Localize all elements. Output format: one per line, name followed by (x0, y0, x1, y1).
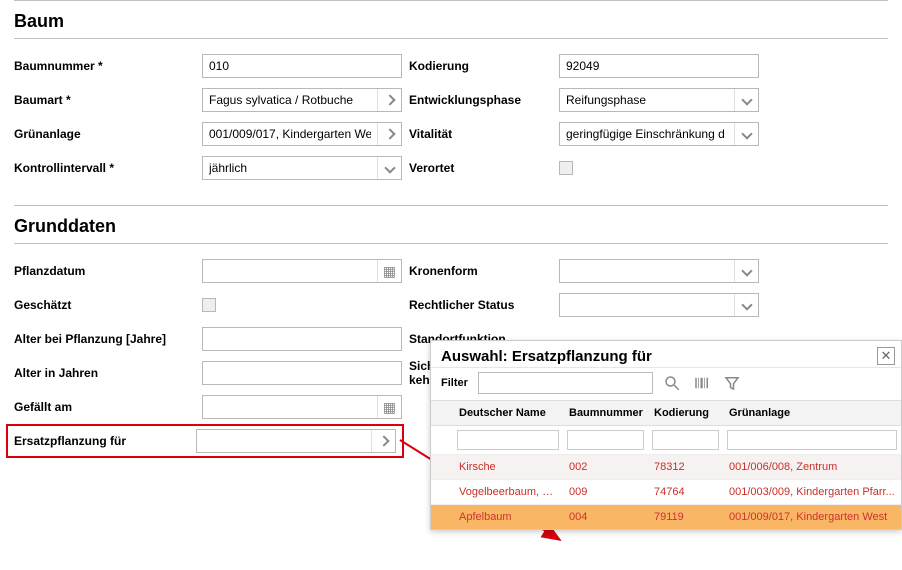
cell-baumnummer: 009 (563, 480, 648, 505)
label-kronenform: Kronenform (409, 264, 559, 278)
filter-kodierung[interactable] (652, 430, 719, 450)
field-ersatzpflanzung[interactable] (196, 429, 396, 453)
input-rechtlicher-status[interactable] (560, 294, 734, 316)
section-title-grunddaten: Grunddaten (14, 206, 888, 244)
chevron-down-icon[interactable] (377, 157, 401, 179)
table-header-row: Deutscher Name Baumnummer Kodierung Grün… (431, 401, 901, 426)
cell-gruenanlage: 001/003/009, Kindergarten Pfarr... (723, 480, 901, 505)
th-check (431, 401, 453, 426)
chevron-right-icon[interactable] (377, 89, 401, 111)
label-alter-pflanzung: Alter bei Pflanzung [Jahre] (14, 332, 202, 346)
field-kodierung[interactable] (559, 54, 759, 78)
cell-kodierung: 79119 (648, 505, 723, 530)
input-entwicklungsphase[interactable] (560, 89, 734, 111)
cell-kodierung: 78312 (648, 455, 723, 480)
select-vitalitaet[interactable] (559, 122, 759, 146)
field-pflanzdatum[interactable]: ▦ (202, 259, 402, 283)
section-title-baum: Baum (14, 0, 888, 39)
input-gruenanlage[interactable] (203, 123, 377, 145)
th-kodierung[interactable]: Kodierung (648, 401, 723, 426)
cell-kodierung: 74764 (648, 480, 723, 505)
chevron-down-icon[interactable] (734, 123, 758, 145)
input-baumnummer[interactable] (203, 55, 401, 77)
search-icon[interactable] (661, 372, 683, 394)
label-baumart: Baumart * (14, 93, 202, 107)
highlight-ersatzpflanzung: Ersatzpflanzung für (6, 424, 404, 458)
table-row[interactable]: Kirsche 002 78312 001/006/008, Zentrum (431, 455, 901, 480)
field-baumart[interactable] (202, 88, 402, 112)
field-alter-jahren[interactable] (202, 361, 402, 385)
input-gefaellt-am[interactable] (203, 396, 377, 418)
filter-label: Filter (441, 377, 468, 389)
select-rechtlicher-status[interactable] (559, 293, 759, 317)
table-filter-row (431, 426, 901, 455)
input-vitalitaet[interactable] (560, 123, 734, 145)
chevron-right-icon[interactable] (371, 430, 395, 452)
label-kodierung: Kodierung (409, 59, 559, 73)
chevron-right-icon[interactable] (377, 123, 401, 145)
filter-baumnummer[interactable] (567, 430, 644, 450)
cell-baumnummer: 002 (563, 455, 648, 480)
label-geschaetzt: Geschätzt (14, 298, 202, 312)
input-baumart[interactable] (203, 89, 377, 111)
select-entwicklungsphase[interactable] (559, 88, 759, 112)
filter-input[interactable] (478, 372, 653, 394)
cell-name: Apfelbaum (453, 505, 563, 530)
cell-baumnummer: 004 (563, 505, 648, 530)
cell-gruenanlage: 001/009/017, Kindergarten West (723, 505, 901, 530)
th-deutscher-name[interactable]: Deutscher Name (453, 401, 563, 426)
filter-deutscher-name[interactable] (457, 430, 559, 450)
label-rechtlicher-status: Rechtlicher Status (409, 298, 559, 312)
label-kontrollintervall: Kontrollintervall * (14, 161, 202, 175)
label-ersatzpflanzung: Ersatzpflanzung für (14, 434, 196, 448)
chevron-down-icon[interactable] (734, 294, 758, 316)
checkbox-verortet[interactable] (559, 161, 573, 175)
field-baumnummer[interactable] (202, 54, 402, 78)
th-baumnummer[interactable]: Baumnummer (563, 401, 648, 426)
modal-auswahl: Auswahl: Ersatzpflanzung für ✕ Filter De… (430, 340, 902, 530)
modal-title: Auswahl: Ersatzpflanzung für (441, 348, 652, 365)
label-gefaellt-am: Gefällt am (14, 400, 202, 414)
funnel-icon[interactable] (721, 372, 743, 394)
cell-name: Vogelbeerbaum, E... (453, 480, 563, 505)
chevron-down-icon[interactable] (734, 260, 758, 282)
barcode-icon[interactable] (691, 372, 713, 394)
select-kontrollintervall[interactable] (202, 156, 402, 180)
select-kronenform[interactable] (559, 259, 759, 283)
input-kontrollintervall[interactable] (203, 157, 377, 179)
calendar-icon[interactable]: ▦ (377, 396, 401, 418)
label-gruenanlage: Grünanlage (14, 127, 202, 141)
table-row-selected[interactable]: Apfelbaum 004 79119 001/009/017, Kinderg… (431, 505, 901, 530)
label-entwicklungsphase: Entwicklungsphase (409, 93, 559, 107)
input-alter-jahren[interactable] (203, 362, 401, 384)
label-vitalitaet: Vitalität (409, 127, 559, 141)
label-pflanzdatum: Pflanzdatum (14, 264, 202, 278)
label-baumnummer: Baumnummer * (14, 59, 202, 73)
filter-gruenanlage[interactable] (727, 430, 897, 450)
checkbox-geschaetzt[interactable] (202, 298, 216, 312)
field-gefaellt-am[interactable]: ▦ (202, 395, 402, 419)
cell-name: Kirsche (453, 455, 563, 480)
results-table: Deutscher Name Baumnummer Kodierung Grün… (431, 400, 901, 529)
table-row[interactable]: Vogelbeerbaum, E... 009 74764 001/003/00… (431, 480, 901, 505)
input-ersatzpflanzung[interactable] (197, 430, 371, 452)
field-alter-pflanzung[interactable] (202, 327, 402, 351)
input-pflanzdatum[interactable] (203, 260, 377, 282)
input-kodierung[interactable] (560, 55, 758, 77)
th-gruenanlage[interactable]: Grünanlage (723, 401, 901, 426)
cell-gruenanlage: 001/006/008, Zentrum (723, 455, 901, 480)
label-verortet: Verortet (409, 161, 559, 175)
chevron-down-icon[interactable] (734, 89, 758, 111)
field-gruenanlage[interactable] (202, 122, 402, 146)
label-alter-jahren: Alter in Jahren (14, 366, 202, 380)
calendar-icon[interactable]: ▦ (377, 260, 401, 282)
input-alter-pflanzung[interactable] (203, 328, 401, 350)
input-kronenform[interactable] (560, 260, 734, 282)
close-icon[interactable]: ✕ (877, 347, 895, 365)
